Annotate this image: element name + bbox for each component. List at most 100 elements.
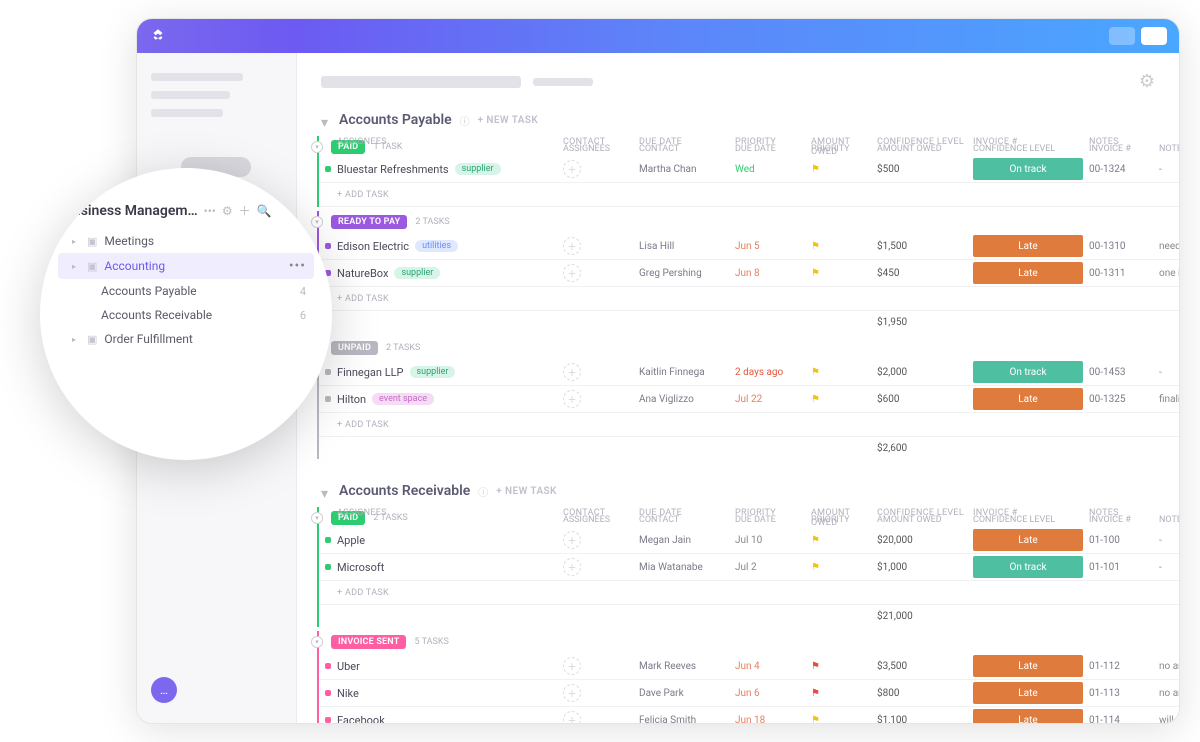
confidence-cell[interactable]: Late [973, 682, 1083, 704]
notes-cell[interactable]: will pay 2 week [1159, 715, 1179, 724]
new-task-button[interactable]: + NEW TASK [496, 486, 557, 497]
invoice-cell[interactable]: 00-1453 [1089, 367, 1153, 378]
contact-cell[interactable]: Mark Reeves [639, 661, 729, 672]
tag-pill[interactable]: utilities [415, 240, 458, 252]
amount-cell[interactable]: $450 [877, 268, 967, 279]
task-row[interactable]: Uber＋Mark ReevesJun 4⚑$3,500Late01-112no… [319, 653, 1179, 680]
header-button-1[interactable] [1109, 27, 1135, 45]
notes-cell[interactable]: finalizing the pa [1159, 394, 1179, 405]
confidence-cell[interactable]: Late [973, 235, 1083, 257]
priority-flag-icon[interactable]: ⚑ [811, 394, 871, 405]
due-date-cell[interactable]: Jun 8 [735, 268, 805, 279]
notes-cell[interactable]: - [1159, 367, 1179, 378]
list-title[interactable]: Accounts Payable [339, 112, 452, 128]
collapse-icon[interactable]: ▾ [311, 636, 323, 648]
task-name[interactable]: Bluestar Refreshments [337, 163, 449, 176]
status-badge[interactable]: INVOICE SENT [331, 635, 406, 649]
list-title[interactable]: Accounts Receivable [339, 483, 470, 499]
chevron-down-icon[interactable]: ▾ [321, 486, 331, 496]
notes-cell[interactable]: no anwer [1159, 661, 1179, 672]
notes-cell[interactable]: one item is inco [1159, 268, 1179, 279]
task-name[interactable]: Uber [337, 660, 360, 673]
plus-icon[interactable]: ＋ [239, 202, 251, 219]
contact-cell[interactable]: Greg Pershing [639, 268, 729, 279]
amount-cell[interactable]: $20,000 [877, 535, 967, 546]
gear-icon[interactable]: ⚙ [1139, 71, 1155, 92]
confidence-cell[interactable]: Late [973, 388, 1083, 410]
task-row[interactable]: Apple＋Megan JainJul 10⚑$20,000Late01-100… [319, 527, 1179, 554]
amount-cell[interactable]: $1,500 [877, 241, 967, 252]
sidebar-item-meetings[interactable]: ▸▣Meetings [58, 229, 314, 253]
sidebar-item-accounting[interactable]: ▸▣Accounting••• [58, 253, 314, 279]
task-name[interactable]: Hilton [337, 393, 366, 406]
sidebar-item-accounts-receivable[interactable]: Accounts Receivable6 [58, 303, 314, 327]
header-button-2[interactable] [1141, 27, 1167, 45]
tag-pill[interactable]: event space [372, 393, 434, 405]
amount-cell[interactable]: $1,000 [877, 562, 967, 573]
add-task-button[interactable]: + ADD TASK [319, 581, 1179, 605]
notes-cell[interactable]: needs adjustme [1159, 241, 1179, 252]
contact-cell[interactable]: Dave Park [639, 688, 729, 699]
invoice-cell[interactable]: 01-101 [1089, 562, 1153, 573]
gear-icon[interactable]: ⚙ [222, 204, 233, 218]
sidebar-item-accounts-payable[interactable]: Accounts Payable4 [58, 279, 314, 303]
due-date-cell[interactable]: Jun 18 [735, 715, 805, 724]
due-date-cell[interactable]: Jun 5 [735, 241, 805, 252]
assignee-add-icon[interactable]: ＋ [563, 237, 581, 255]
task-row[interactable]: Microsoft＋Mia WatanabeJul 2⚑$1,000On tra… [319, 554, 1179, 581]
assignee-add-icon[interactable]: ＋ [563, 558, 581, 576]
confidence-cell[interactable]: On track [973, 556, 1083, 578]
contact-cell[interactable]: Martha Chan [639, 164, 729, 175]
search-icon[interactable]: 🔍 [257, 204, 272, 218]
assignee-add-icon[interactable]: ＋ [563, 160, 581, 178]
due-date-cell[interactable]: Jun 4 [735, 661, 805, 672]
assignee-add-icon[interactable]: ＋ [563, 684, 581, 702]
task-name[interactable]: Nike [337, 687, 359, 700]
contact-cell[interactable]: Kaitlin Finnega [639, 367, 729, 378]
invoice-cell[interactable]: 00-1310 [1089, 241, 1153, 252]
amount-cell[interactable]: $600 [877, 394, 967, 405]
confidence-cell[interactable]: Late [973, 709, 1083, 723]
chat-icon[interactable]: … [151, 677, 177, 703]
priority-flag-icon[interactable]: ⚑ [811, 715, 871, 724]
task-name[interactable]: Facebook [337, 714, 385, 724]
invoice-cell[interactable]: 00-1325 [1089, 394, 1153, 405]
info-icon[interactable]: ⓘ [460, 113, 470, 128]
new-task-button[interactable]: + NEW TASK [478, 115, 539, 126]
due-date-cell[interactable]: Jul 2 [735, 562, 805, 573]
amount-cell[interactable]: $1,100 [877, 715, 967, 724]
invoice-cell[interactable]: 00-1324 [1089, 164, 1153, 175]
assignee-add-icon[interactable]: ＋ [563, 711, 581, 723]
task-row[interactable]: Nike＋Dave ParkJun 6⚑$800Late01-113no ans… [319, 680, 1179, 707]
task-row[interactable]: Finnegan LLPsupplier＋Kaitlin Finnega2 da… [319, 359, 1179, 386]
priority-flag-icon[interactable]: ⚑ [811, 164, 871, 175]
assignee-add-icon[interactable]: ＋ [563, 264, 581, 282]
tag-pill[interactable]: supplier [455, 163, 501, 175]
due-date-cell[interactable]: 2 days ago [735, 367, 805, 378]
invoice-cell[interactable]: 00-1311 [1089, 268, 1153, 279]
task-row[interactable]: Edison Electricutilities＋Lisa HillJun 5⚑… [319, 233, 1179, 260]
tag-pill[interactable]: supplier [410, 366, 456, 378]
confidence-cell[interactable]: Late [973, 262, 1083, 284]
amount-cell[interactable]: $3,500 [877, 661, 967, 672]
task-row[interactable]: NatureBoxsupplier＋Greg PershingJun 8⚑$45… [319, 260, 1179, 287]
task-row[interactable]: Hiltonevent space＋Ana ViglizzoJul 22⚑$60… [319, 386, 1179, 413]
task-name[interactable]: Microsoft [337, 561, 384, 574]
task-row[interactable]: Bluestar Refreshments supplier ＋ Martha Cha… [319, 156, 1179, 183]
task-name[interactable]: Edison Electric [337, 240, 409, 253]
task-name[interactable]: Apple [337, 534, 365, 547]
priority-flag-icon[interactable]: ⚑ [811, 535, 871, 546]
invoice-cell[interactable]: 01-114 [1089, 715, 1153, 724]
collapse-icon[interactable]: ▾ [311, 512, 323, 524]
assignee-add-icon[interactable]: ＋ [563, 363, 581, 381]
assignee-add-icon[interactable]: ＋ [563, 657, 581, 675]
amount-cell[interactable]: $800 [877, 688, 967, 699]
invoice-cell[interactable]: 01-113 [1089, 688, 1153, 699]
notes-cell[interactable]: - [1159, 164, 1179, 175]
contact-cell[interactable]: Mia Watanabe [639, 562, 729, 573]
priority-flag-icon[interactable]: ⚑ [811, 688, 871, 699]
status-badge[interactable]: READY TO PAY [331, 215, 407, 229]
add-task-button[interactable]: + ADD TASK [319, 287, 1179, 311]
add-task-button[interactable]: + ADD TASK [319, 413, 1179, 437]
notes-cell[interactable]: - [1159, 535, 1179, 546]
